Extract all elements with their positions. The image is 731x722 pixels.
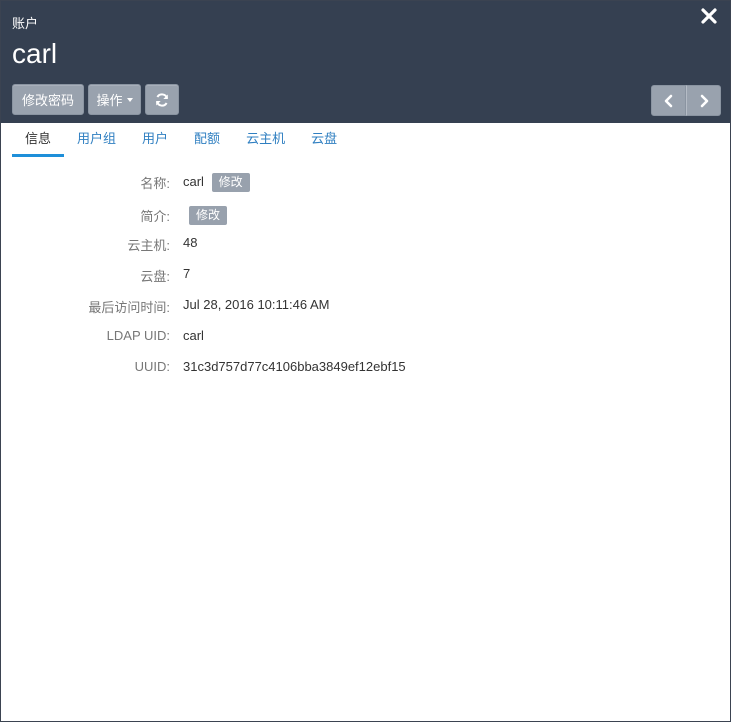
tab-bar: 信息 用户组 用户 配额 云主机 云盘 xyxy=(12,123,350,158)
chevron-right-icon xyxy=(700,94,708,107)
tab-user-groups[interactable]: 用户组 xyxy=(64,123,129,157)
detail-row-last-access: 最后访问时间: Jul 28, 2016 10:11:46 AM xyxy=(1,295,731,315)
record-navigation xyxy=(651,85,721,116)
description-value-group: 修改 xyxy=(189,206,228,225)
tab-quota[interactable]: 配额 xyxy=(181,123,233,157)
panel-header: 账户 carl 修改密码 操作 xyxy=(1,1,730,123)
detail-row-name: 名称: carl 修改 xyxy=(1,171,731,192)
name-value: carl xyxy=(183,174,204,189)
edit-name-button[interactable]: 修改 xyxy=(211,173,250,192)
detail-row-vms: 云主机: 48 xyxy=(1,233,731,253)
actions-dropdown-button[interactable]: 操作 xyxy=(88,84,141,115)
next-button[interactable] xyxy=(686,85,721,116)
actions-label: 操作 xyxy=(96,93,123,108)
caret-down-icon xyxy=(126,97,133,102)
change-password-button[interactable]: 修改密码 xyxy=(12,84,84,115)
volume-label: 云盘: xyxy=(140,269,170,284)
detail-row-uuid: UUID: 31c3d757d77c4106bba3849ef12ebf15 xyxy=(1,357,731,377)
detail-row-description: 简介: 修改 xyxy=(1,204,731,225)
close-icon[interactable] xyxy=(700,7,718,25)
tab-vms[interactable]: 云主机 xyxy=(233,123,298,157)
previous-button[interactable] xyxy=(651,85,686,116)
name-label: 名称: xyxy=(140,176,170,191)
refresh-icon xyxy=(156,92,168,107)
description-label: 简介: xyxy=(140,209,170,224)
uuid-value: 31c3d757d77c4106bba3849ef12ebf15 xyxy=(183,359,406,374)
account-panel: 账户 carl 修改密码 操作 信息 用户组 用户 配额 云主机 云盘 名称: … xyxy=(0,0,731,722)
volume-value: 7 xyxy=(183,266,191,281)
tab-volumes[interactable]: 云盘 xyxy=(298,123,350,157)
toolbar: 修改密码 操作 xyxy=(12,84,179,116)
last-access-value: Jul 28, 2016 10:11:46 AM xyxy=(183,297,330,312)
vm-label: 云主机: xyxy=(127,238,170,253)
detail-row-volumes: 云盘: 7 xyxy=(1,264,731,284)
vm-value: 48 xyxy=(183,235,198,250)
uuid-label: UUID: xyxy=(134,359,170,374)
detail-row-ldap-uid: LDAP UID: carl xyxy=(1,326,731,346)
ldap-uid-label: LDAP UID: xyxy=(106,328,170,343)
tab-users[interactable]: 用户 xyxy=(129,123,181,157)
tab-info[interactable]: 信息 xyxy=(12,123,65,157)
name-value-group: carl 修改 xyxy=(183,173,250,192)
panel-subtitle: 账户 xyxy=(12,16,39,31)
page-title: carl xyxy=(12,38,58,69)
refresh-button[interactable] xyxy=(145,84,179,115)
ldap-uid-value: carl xyxy=(183,328,204,343)
close-icon-glyph xyxy=(701,8,717,24)
last-access-label: 最后访问时间: xyxy=(88,300,170,315)
edit-description-button[interactable]: 修改 xyxy=(189,206,228,225)
chevron-left-icon xyxy=(664,94,672,107)
